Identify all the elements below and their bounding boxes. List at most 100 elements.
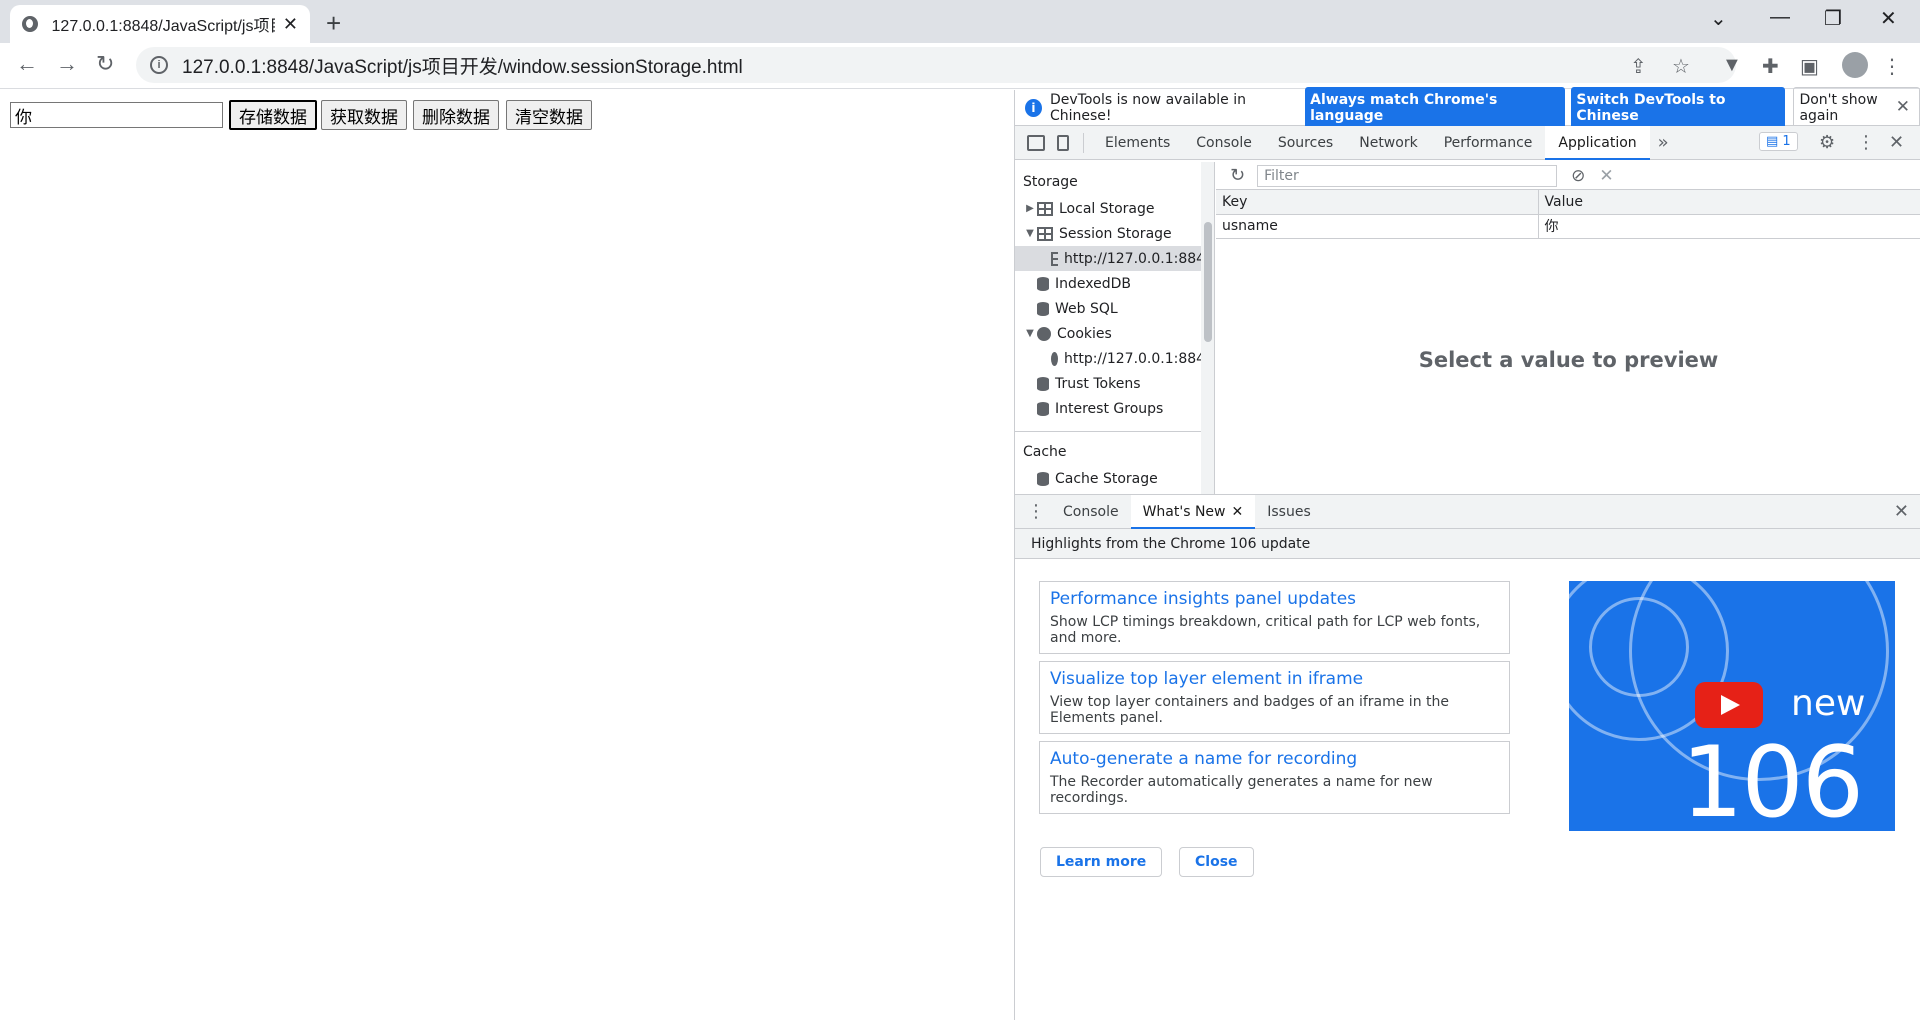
sidebar-item-session-origin[interactable]: http://127.0.0.1:8848: [1015, 246, 1214, 271]
sidebar-scroll-thumb[interactable]: [1204, 222, 1212, 342]
tab-elements[interactable]: Elements: [1092, 126, 1183, 160]
forward-icon[interactable]: →: [56, 51, 78, 77]
key-value-table: Key Value usname 你: [1216, 190, 1920, 239]
feature-card[interactable]: Auto-generate a name for recording The R…: [1039, 741, 1510, 814]
side-panel-icon[interactable]: ▣: [1800, 54, 1819, 79]
close-drawer-icon[interactable]: ✕: [1894, 501, 1909, 522]
row-value[interactable]: 你: [1538, 214, 1920, 239]
reload-icon[interactable]: ↻: [96, 51, 114, 77]
feature-title-link[interactable]: Auto-generate a name for recording: [1050, 749, 1499, 769]
sidebar-item-label: http://127.0.0.1:8848: [1063, 250, 1214, 267]
address-bar[interactable]: i 127.0.0.1:8848/JavaScript/js项目开发/windo…: [136, 47, 1736, 83]
sidebar-item-indexeddb[interactable]: IndexedDB: [1015, 271, 1214, 296]
sidebar-item-cache-storage[interactable]: Cache Storage: [1015, 466, 1214, 491]
tab-network[interactable]: Network: [1346, 126, 1430, 160]
storage-heading: Storage: [1023, 174, 1078, 190]
device-toolbar-icon[interactable]: [1057, 134, 1069, 151]
menu-kebab-icon[interactable]: ⋮: [1882, 54, 1902, 79]
drawer-tab-whats-new[interactable]: What's New ✕: [1130, 494, 1256, 529]
delete-selected-icon[interactable]: ✕: [1599, 166, 1613, 186]
close-tab-icon[interactable]: ✕: [1232, 504, 1244, 520]
devtools-menu-icon[interactable]: ⋮: [1857, 132, 1875, 153]
feature-card[interactable]: Performance insights panel updates Show …: [1039, 581, 1510, 654]
learn-more-button[interactable]: Learn more: [1040, 847, 1163, 877]
database-icon: [1037, 471, 1049, 486]
minimize-icon[interactable]: —: [1770, 6, 1790, 29]
restore-icon[interactable]: ❐: [1824, 6, 1842, 31]
data-input[interactable]: [10, 102, 223, 128]
feature-title-link[interactable]: Performance insights panel updates: [1050, 589, 1499, 609]
database-icon: [1037, 401, 1049, 416]
bookmark-star-icon[interactable]: ☆: [1672, 54, 1690, 79]
language-infobar: i DevTools is now available in Chinese! …: [1015, 86, 1920, 129]
issues-counter-badge[interactable]: ▤ 1: [1759, 132, 1798, 151]
collapse-arrow-icon[interactable]: ▼: [1023, 228, 1037, 239]
inspect-element-icon[interactable]: [1027, 134, 1045, 151]
sidebar-item-cookies[interactable]: ▼ Cookies: [1015, 321, 1214, 346]
tab-close-icon[interactable]: ✕: [283, 14, 298, 35]
youtube-play-icon[interactable]: [1695, 682, 1763, 728]
collapse-arrow-icon[interactable]: ▼: [1023, 328, 1037, 339]
tab-console[interactable]: Console: [1183, 126, 1265, 160]
sidebar-item-label: Local Storage: [1059, 200, 1155, 217]
sidebar-item-label: Interest Groups: [1055, 400, 1164, 417]
get-data-button[interactable]: 获取数据: [321, 100, 407, 130]
drawer-tab-console[interactable]: Console: [1051, 495, 1131, 529]
key-column-header[interactable]: Key: [1216, 190, 1539, 215]
browser-tab[interactable]: 127.0.0.1:8848/JavaScript/js项目开发/window.…: [10, 5, 310, 43]
page-content: 存储数据 获取数据 删除数据 清空数据: [0, 90, 1014, 1020]
close-button[interactable]: Close: [1179, 847, 1254, 877]
sidebar-item-interest-groups[interactable]: Interest Groups: [1015, 396, 1214, 421]
sidebar-item-label: Cookies: [1057, 325, 1112, 342]
delete-data-button[interactable]: 删除数据: [413, 100, 499, 130]
feature-title-link[interactable]: Visualize top layer element in iframe: [1050, 669, 1499, 689]
share-icon[interactable]: ⇪: [1630, 54, 1647, 79]
clear-data-button[interactable]: 清空数据: [506, 100, 592, 130]
tab-search-icon[interactable]: ⌄: [1710, 6, 1727, 31]
table-row[interactable]: usname 你: [1216, 214, 1920, 239]
feature-card[interactable]: Visualize top layer element in iframe Vi…: [1039, 661, 1510, 734]
cookie-icon: [1037, 326, 1051, 341]
drawer-menu-icon[interactable]: ⋮: [1027, 501, 1045, 522]
cache-heading: Cache: [1023, 444, 1067, 460]
tab-title: 127.0.0.1:8848/JavaScript/js项目开发/window.…: [51, 18, 275, 35]
close-devtools-icon[interactable]: ✕: [1889, 132, 1904, 153]
close-window-icon[interactable]: ✕: [1880, 6, 1897, 31]
feature-description: View top layer containers and badges of …: [1050, 694, 1449, 726]
infobar-close-icon[interactable]: ✕: [1896, 97, 1910, 117]
extension-v-icon[interactable]: ▼: [1722, 54, 1742, 77]
sidebar-item-session-storage[interactable]: ▼ Session Storage: [1015, 221, 1214, 246]
site-info-icon[interactable]: i: [150, 56, 168, 74]
filter-input[interactable]: Filter: [1257, 164, 1558, 187]
drawer-tab-issues[interactable]: Issues: [1255, 495, 1323, 529]
refresh-icon[interactable]: ↻: [1230, 165, 1245, 186]
extensions-puzzle-icon[interactable]: ✚: [1762, 54, 1779, 79]
sidebar-item-web-sql[interactable]: Web SQL: [1015, 296, 1214, 321]
expand-arrow-icon[interactable]: ▶: [1023, 203, 1037, 214]
sidebar-item-cookies-origin[interactable]: http://127.0.0.1:8848: [1015, 346, 1214, 371]
tab-application[interactable]: Application: [1545, 125, 1650, 160]
store-data-button[interactable]: 存储数据: [229, 100, 317, 130]
devtools-panel: i DevTools is now available in Chinese! …: [1014, 86, 1920, 1020]
back-icon[interactable]: ←: [16, 51, 38, 77]
sidebar-item-label: Cache Storage: [1055, 470, 1158, 487]
switch-to-chinese-button[interactable]: Switch DevTools to Chinese: [1571, 86, 1786, 129]
sidebar-item-label: Session Storage: [1059, 225, 1172, 242]
feature-description: The Recorder automatically generates a n…: [1050, 774, 1433, 806]
sidebar-item-local-storage[interactable]: ▶ Local Storage: [1015, 196, 1214, 221]
tab-performance[interactable]: Performance: [1431, 126, 1546, 160]
value-column-header[interactable]: Value: [1538, 190, 1920, 215]
more-tabs-icon[interactable]: »: [1650, 132, 1677, 153]
always-match-language-button[interactable]: Always match Chrome's language: [1305, 86, 1566, 129]
settings-gear-icon[interactable]: ⚙: [1819, 132, 1835, 153]
tab-sources[interactable]: Sources: [1265, 126, 1346, 160]
chrome-update-video-thumbnail[interactable]: new 106: [1569, 581, 1895, 831]
drawer-tab-bar: ⋮ Console What's New ✕ Issues ✕: [1015, 494, 1920, 529]
profile-avatar[interactable]: [1842, 52, 1868, 78]
row-key[interactable]: usname: [1216, 214, 1539, 239]
sidebar-item-label: http://127.0.0.1:8848: [1063, 350, 1214, 367]
clear-all-icon[interactable]: ⊘: [1571, 166, 1585, 186]
sidebar-item-trust-tokens[interactable]: Trust Tokens: [1015, 371, 1214, 396]
storage-view: ↻ Filter ⊘ ✕ Key Value usname 你 Select a…: [1216, 162, 1920, 494]
new-tab-icon[interactable]: +: [326, 8, 341, 39]
